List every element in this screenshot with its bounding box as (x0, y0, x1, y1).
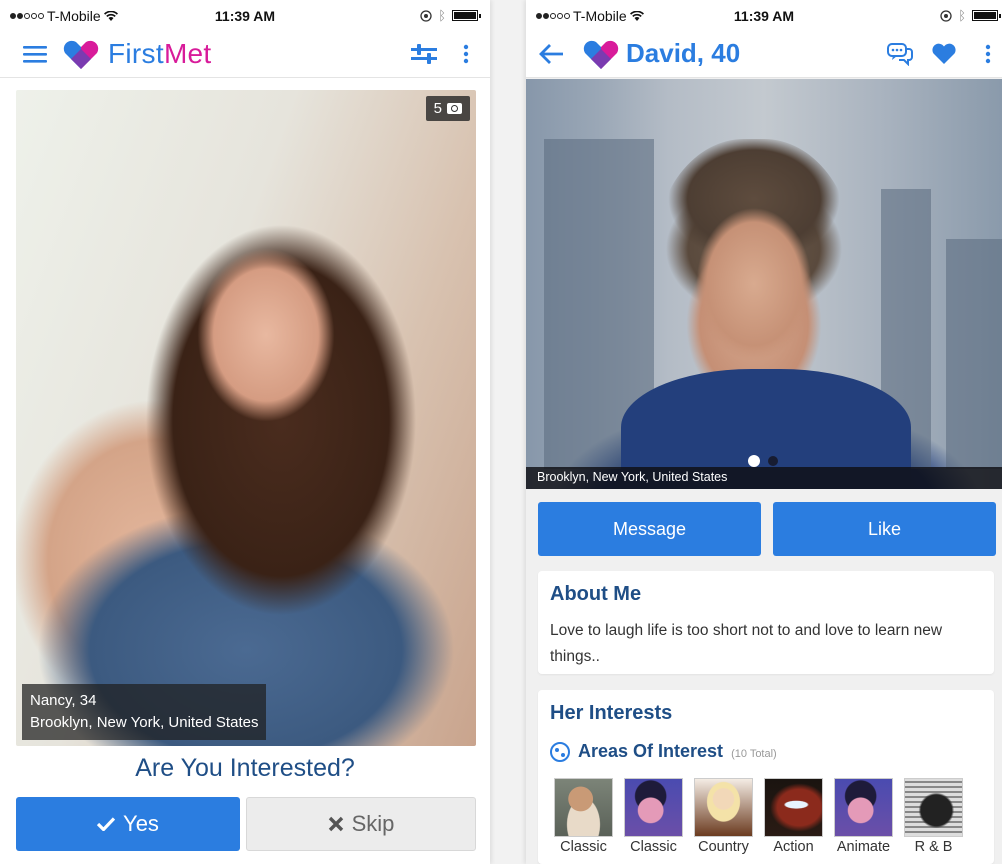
camera-icon (447, 103, 462, 114)
interest-item[interactable]: Classic (624, 778, 683, 855)
interest-label: Animate (836, 839, 891, 855)
app-brand-logo: FirstMet (108, 37, 212, 69)
top-navbar: David, 40 (526, 30, 1002, 78)
back-arrow-icon[interactable] (536, 39, 566, 69)
interest-item[interactable]: Country (694, 778, 753, 855)
interest-thumbnail (624, 778, 683, 837)
interest-item[interactable]: Classic (554, 778, 613, 855)
discover-screen: T-Mobile 11:39 AM ᛒ FirstMet 5 Nancy, 34… (0, 0, 490, 864)
profile-subject (654, 139, 854, 399)
interests-card: Her Interests Areas Of Interest (10 Tota… (538, 690, 994, 864)
interest-thumbnails: Classic Classic Country Action Animate R… (554, 778, 982, 855)
message-button[interactable]: Message (538, 502, 761, 556)
more-vertical-icon[interactable] (982, 40, 994, 68)
interest-item[interactable]: Animate (834, 778, 893, 855)
photo-count-value: 5 (433, 100, 442, 117)
interest-thumbnail (764, 778, 823, 837)
profile-location: Brooklyn, New York, United States (30, 714, 259, 731)
yes-button[interactable]: Yes (16, 797, 240, 851)
profile-name-age: Nancy, 34 (30, 692, 97, 709)
areas-of-interest-icon (550, 741, 570, 762)
interest-item[interactable]: R & B (904, 778, 963, 855)
areas-of-interest-total: (10 Total) (731, 747, 777, 760)
like-button[interactable]: Like (773, 502, 996, 556)
sliders-filter-icon[interactable] (410, 40, 438, 68)
background-building (946, 239, 1002, 469)
interest-thumbnail (554, 778, 613, 837)
areas-of-interest-label: Areas Of Interest (578, 741, 724, 761)
profile-title: David, 40 (626, 38, 741, 68)
interest-label: Classic (630, 839, 677, 855)
interest-label: Classic (560, 839, 607, 855)
orientation-lock-icon (420, 9, 432, 22)
interest-label: Action (773, 839, 814, 855)
interest-thumbnail (904, 778, 963, 837)
bluetooth-icon: ᛒ (958, 8, 966, 23)
heart-logo-icon (583, 40, 619, 69)
battery-icon (452, 10, 481, 21)
checkmark-icon (97, 817, 116, 831)
more-vertical-icon[interactable] (460, 40, 472, 68)
status-bar: T-Mobile 11:39 AM ᛒ (0, 0, 490, 30)
top-navbar: FirstMet (0, 30, 490, 78)
hero-location: Brooklyn, New York, United States (526, 467, 1002, 489)
about-me-card: About Me Love to laugh life is too short… (538, 571, 994, 674)
hamburger-menu-icon[interactable] (22, 41, 48, 67)
photo-pager-dot[interactable] (768, 456, 778, 466)
status-bar: T-Mobile 11:39 AM ᛒ (526, 0, 1002, 30)
photo-count-badge[interactable]: 5 (425, 96, 470, 121)
chat-bubbles-icon[interactable] (886, 40, 914, 68)
interest-thumbnail (834, 778, 893, 837)
profile-photo-card[interactable]: 5 Nancy, 34 Brooklyn, New York, United S… (16, 90, 476, 746)
about-me-text: Love to laugh life is too short not to a… (550, 622, 943, 665)
profile-caption: Nancy, 34 Brooklyn, New York, United Sta… (22, 684, 267, 740)
areas-of-interest-header[interactable]: Areas Of Interest (10 Total) (550, 741, 982, 762)
photo-pager-dot-active[interactable] (748, 455, 760, 467)
skip-button-label: Skip (351, 811, 395, 836)
interest-thumbnail (694, 778, 753, 837)
orientation-lock-icon (940, 9, 952, 22)
about-me-heading: About Me (550, 583, 642, 605)
battery-icon (972, 10, 1001, 21)
close-x-icon (328, 816, 343, 832)
interest-question: Are You Interested? (135, 754, 355, 782)
interest-label: Country (698, 839, 749, 855)
heart-icon[interactable] (930, 40, 958, 68)
interest-label: R & B (914, 839, 953, 855)
profile-hero-photo[interactable]: Brooklyn, New York, United States (526, 79, 1002, 489)
clock: 11:39 AM (214, 8, 276, 24)
yes-button-label: Yes (123, 811, 159, 836)
interest-item[interactable]: Action (764, 778, 823, 855)
bluetooth-icon: ᛒ (438, 8, 446, 23)
clock: 11:39 AM (733, 8, 795, 24)
profile-detail-screen: T-Mobile 11:39 AM ᛒ David, 40 Brooklyn, … (526, 0, 1002, 864)
heart-logo-icon (63, 40, 99, 69)
skip-button[interactable]: Skip (246, 797, 476, 851)
interests-heading: Her Interests (550, 702, 673, 724)
